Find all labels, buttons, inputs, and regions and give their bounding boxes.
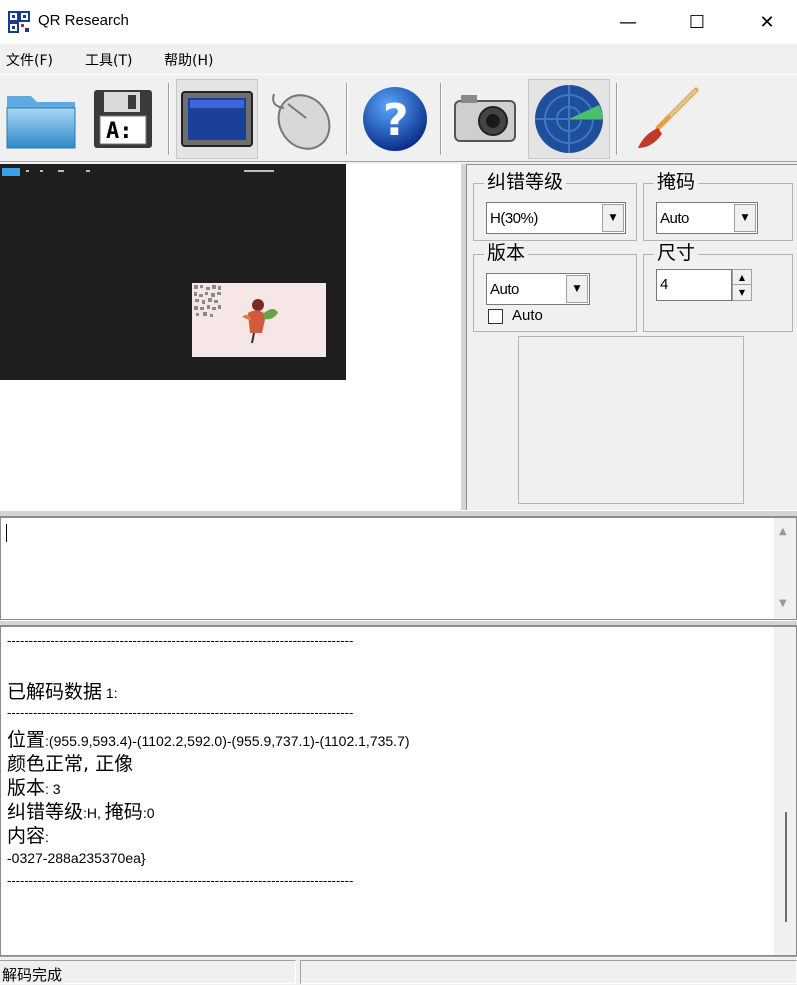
content-label-line: 内容:: [7, 825, 49, 847]
mouse-select-button[interactable]: [260, 79, 342, 159]
qr-app-icon: [8, 11, 30, 33]
version-group: 版本 Auto ▼ Auto: [473, 241, 637, 332]
version-label: 版本: [484, 241, 529, 265]
spin-up-icon[interactable]: ▲: [733, 270, 751, 285]
window-title: QR Research: [38, 12, 129, 29]
spin-down-icon[interactable]: ▼: [733, 285, 751, 300]
screen-capture-button[interactable]: [176, 79, 258, 159]
thumbnail-tab: [2, 168, 20, 176]
mask-select[interactable]: Auto ▼: [656, 202, 758, 234]
open-folder-icon: [6, 96, 76, 149]
help-icon: ?: [363, 87, 427, 151]
open-button[interactable]: [0, 79, 82, 159]
mask-label: 掩码: [654, 170, 699, 194]
scroll-down-icon[interactable]: ▼: [779, 598, 787, 609]
size-spinner[interactable]: ▲ ▼: [732, 269, 752, 301]
ec-level-label: 纠错等级: [484, 170, 567, 194]
mouse-icon: [272, 93, 331, 150]
svg-text:?: ?: [383, 95, 409, 146]
log-separator: ----------------------------------------…: [7, 873, 354, 888]
status-pane-secondary: [300, 960, 797, 984]
version-auto-checkbox[interactable]: [488, 309, 503, 324]
decode-output-log[interactable]: ----------------------------------------…: [0, 626, 797, 956]
minimize-button[interactable]: —: [605, 0, 651, 44]
maximize-button[interactable]: ☐: [674, 0, 720, 44]
toolbar: A: ?: [0, 74, 797, 162]
radar-icon: [535, 85, 603, 153]
status-text: 解码完成: [2, 966, 63, 984]
menu-help[interactable]: 帮助(H): [164, 50, 213, 70]
size-group: 尺寸 4 ▲ ▼: [643, 241, 793, 332]
qr-thumbnail-graphic: [194, 285, 278, 344]
text-caret: [6, 524, 7, 542]
encode-text-input[interactable]: ▲ ▼: [0, 517, 797, 620]
camera-button[interactable]: [444, 79, 526, 159]
version-line: 版本: 3: [7, 777, 61, 799]
qr-output-preview: [518, 336, 744, 504]
monitor-icon: [181, 91, 253, 147]
save-button[interactable]: A:: [82, 79, 164, 159]
chevron-down-icon[interactable]: ▼: [566, 275, 588, 303]
maximize-icon: ☐: [688, 11, 706, 33]
paint-button[interactable]: [624, 79, 706, 159]
status-bar: 解码完成: [0, 956, 797, 984]
decoded-header: 已解码数据 1:: [7, 681, 118, 703]
close-button[interactable]: ✕: [744, 0, 790, 44]
save-disk-icon: A:: [94, 90, 152, 148]
ec-level-group: 纠错等级 H(30%) ▼: [473, 170, 637, 241]
color-line: 颜色正常, 正像: [7, 753, 134, 775]
version-select[interactable]: Auto ▼: [486, 273, 590, 305]
paintbrush-icon: [638, 87, 699, 148]
horizontal-splitter-top[interactable]: [0, 510, 797, 517]
mask-group: 掩码 Auto ▼: [643, 170, 793, 241]
svg-text:A:: A:: [106, 119, 133, 144]
chevron-down-icon[interactable]: ▼: [602, 204, 624, 232]
radar-scan-button[interactable]: [528, 79, 610, 159]
minimize-icon: —: [619, 11, 637, 33]
status-pane-main: 解码完成: [0, 960, 296, 984]
scroll-thumb[interactable]: [785, 812, 787, 922]
ec-mask-line: 纠错等级:H, 掩码:0: [7, 801, 155, 823]
position-line: 位置:(955.9,593.4)-(1102.2,592.0)-(955.9,7…: [7, 729, 410, 751]
camera-icon: [454, 95, 516, 142]
detected-qr-card: [192, 283, 326, 357]
close-icon: ✕: [759, 11, 775, 33]
size-input[interactable]: 4: [656, 269, 732, 301]
chevron-down-icon[interactable]: ▼: [734, 204, 756, 232]
title-bar: QR Research — ☐ ✕: [0, 0, 797, 44]
image-preview[interactable]: [0, 164, 460, 510]
output-scrollbar[interactable]: [774, 627, 796, 955]
input-scrollbar[interactable]: ▲ ▼: [774, 518, 796, 619]
ec-level-select[interactable]: H(30%) ▼: [486, 202, 626, 234]
size-label: 尺寸: [654, 241, 699, 265]
scroll-up-icon[interactable]: ▲: [779, 526, 787, 537]
vertical-splitter[interactable]: [460, 164, 467, 510]
captured-screen-thumbnail: [0, 164, 346, 380]
log-separator: ----------------------------------------…: [7, 705, 354, 720]
help-button[interactable]: ?: [354, 79, 436, 159]
version-auto-label: Auto: [512, 307, 543, 324]
menu-file[interactable]: 文件(F): [6, 50, 53, 70]
menu-tools[interactable]: 工具(T): [85, 50, 132, 70]
menu-bar: 文件(F) 工具(T) 帮助(H): [0, 44, 797, 74]
log-separator: ----------------------------------------…: [7, 633, 354, 648]
content-value: -0327-288a235370ea}: [7, 850, 146, 866]
